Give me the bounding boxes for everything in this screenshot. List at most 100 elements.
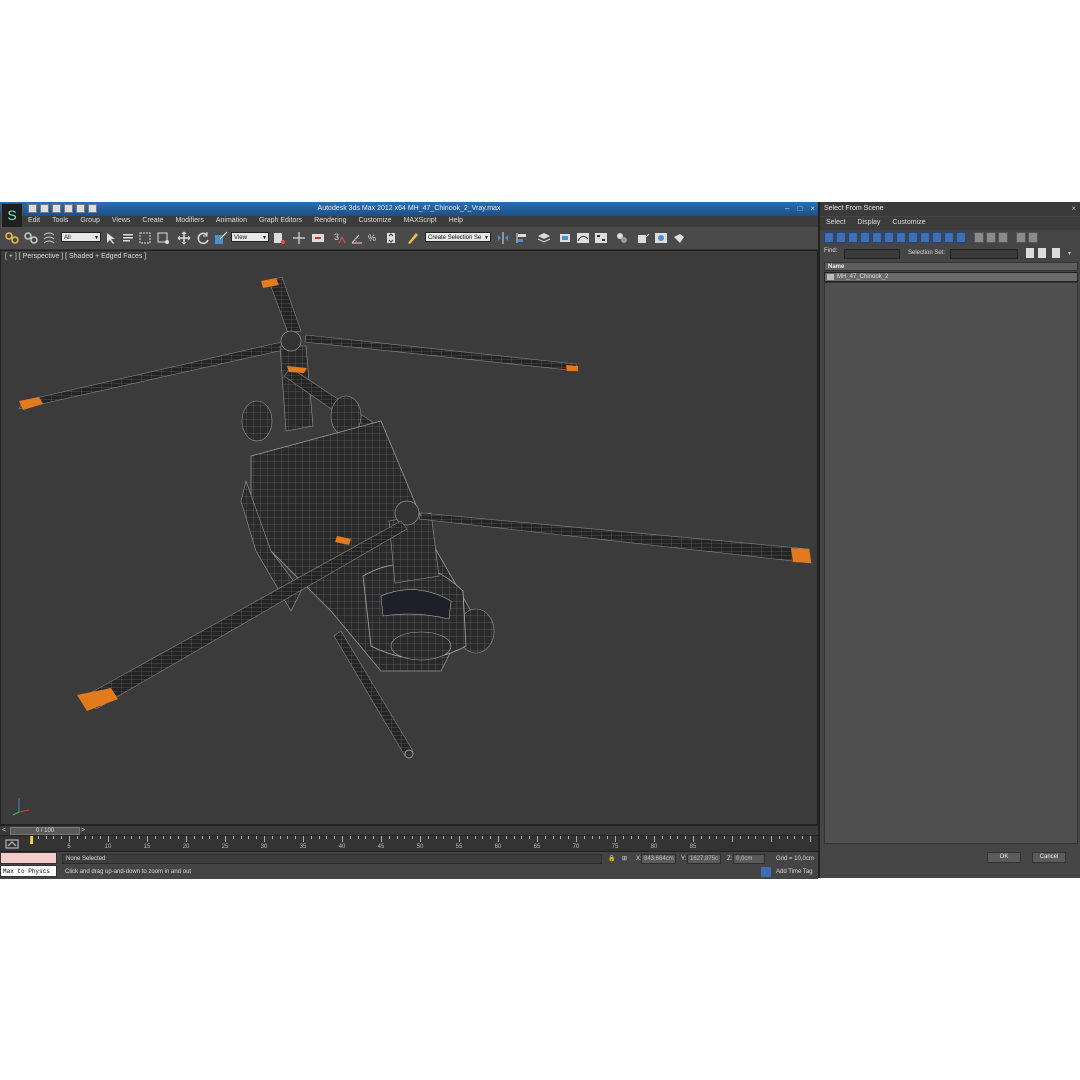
maxscript-listener-input[interactable]: Max to Physcs <box>0 865 57 877</box>
keyboard-shortcut-icon[interactable] <box>311 231 325 245</box>
graphite-tools-icon[interactable] <box>558 231 572 245</box>
select-children-icon[interactable] <box>1026 248 1034 258</box>
filter-lights-icon[interactable] <box>848 232 858 243</box>
filter-funnel-icon[interactable] <box>1016 232 1026 243</box>
pivot-center-icon[interactable] <box>272 231 286 245</box>
absolute-mode-icon[interactable]: ⊞ <box>622 854 627 864</box>
name-column-header[interactable]: Name <box>824 262 1078 271</box>
filter-bones-icon[interactable] <box>920 232 930 243</box>
app-logo-icon[interactable]: S <box>1 203 23 229</box>
spinner-snap-icon[interactable] <box>384 231 398 245</box>
filter-spacewarps-icon[interactable] <box>884 232 894 243</box>
maxscript-mini-listener[interactable] <box>0 852 57 864</box>
select-by-name-icon[interactable] <box>121 231 135 245</box>
filter-shapes-icon[interactable] <box>836 232 846 243</box>
menu-customize[interactable]: Customize <box>886 217 931 230</box>
mini-curve-editor-icon[interactable] <box>5 838 19 850</box>
menu-display[interactable]: Display <box>851 217 886 230</box>
bind-space-warp-icon[interactable] <box>42 231 56 245</box>
edit-named-selection-icon[interactable] <box>406 231 420 245</box>
menu-create[interactable]: Create <box>136 216 169 227</box>
menu-customize[interactable]: Customize <box>352 216 397 227</box>
scale-icon[interactable] <box>214 231 228 245</box>
curve-editor-icon[interactable] <box>576 231 590 245</box>
selection-set-dropdown[interactable] <box>950 249 1018 259</box>
filter-frozen-icon[interactable] <box>944 232 954 243</box>
window-crossing-icon[interactable] <box>156 231 170 245</box>
track-tick-label: 5 <box>67 844 71 850</box>
maximize-icon[interactable]: □ <box>797 204 802 213</box>
menu-rendering[interactable]: Rendering <box>308 216 352 227</box>
rotate-icon[interactable] <box>196 231 210 245</box>
track-tick <box>544 836 546 839</box>
filter-helpers-icon[interactable] <box>872 232 882 243</box>
filter-geometry-icon[interactable] <box>824 232 834 243</box>
mirror-icon[interactable] <box>496 231 510 245</box>
menu-maxscript[interactable]: MAXScript <box>398 216 443 227</box>
percent-snap-icon[interactable]: % <box>367 231 381 245</box>
move-icon[interactable] <box>177 231 191 245</box>
x-coordinate[interactable]: 843,664cm <box>641 854 676 864</box>
menu-graph-editors[interactable]: Graph Editors <box>253 216 308 227</box>
menu-views[interactable]: Views <box>106 216 137 227</box>
list-item[interactable]: MH_47_Chinook_2 <box>824 272 1078 282</box>
filter-cameras-icon[interactable] <box>860 232 870 243</box>
menu-animation[interactable]: Animation <box>210 216 253 227</box>
object-list[interactable] <box>824 282 1078 844</box>
material-editor-icon[interactable] <box>615 231 629 245</box>
find-input[interactable] <box>844 249 900 259</box>
minimize-icon[interactable]: – <box>785 204 789 213</box>
track-tick <box>388 836 390 839</box>
track-tick <box>778 836 780 839</box>
menu-tools[interactable]: Tools <box>46 216 74 227</box>
angle-snap-icon[interactable] <box>350 231 364 245</box>
toolbar-overflow-icon[interactable]: ▾ <box>1068 250 1071 257</box>
add-time-tag[interactable]: Add Time Tag <box>776 867 813 877</box>
time-next-button[interactable]: > <box>81 827 85 834</box>
select-influences-icon[interactable] <box>1052 248 1060 258</box>
time-prev-button[interactable]: < <box>2 827 6 834</box>
render-production-icon[interactable] <box>672 231 686 245</box>
lock-icon[interactable]: 🔒 <box>608 854 615 864</box>
filter-hidden-icon[interactable] <box>956 232 966 243</box>
ref-coord-dropdown[interactable]: View <box>231 232 269 243</box>
perspective-viewport[interactable]: [ + ] [ Perspective ] [ Shaded + Edged F… <box>0 250 818 825</box>
z-coordinate[interactable]: 0,0cm <box>733 854 765 864</box>
menu-modifiers[interactable]: Modifiers <box>169 216 209 227</box>
menu-select[interactable]: Select <box>820 217 851 230</box>
display-invert-icon[interactable] <box>998 232 1008 243</box>
render-setup-icon[interactable] <box>636 231 650 245</box>
snap-toggle-icon[interactable]: 3 <box>333 231 347 245</box>
ok-button[interactable]: OK <box>987 852 1021 863</box>
filter-containers-icon[interactable] <box>932 232 942 243</box>
select-manipulate-icon[interactable] <box>292 231 306 245</box>
display-none-icon[interactable] <box>986 232 996 243</box>
link-icon[interactable] <box>5 231 19 245</box>
track-tick <box>771 836 772 842</box>
schematic-view-icon[interactable] <box>594 231 608 245</box>
menu-group[interactable]: Group <box>74 216 105 227</box>
align-icon[interactable] <box>515 231 529 245</box>
time-tag-icon[interactable] <box>761 867 771 877</box>
track-bar[interactable]: 5 10 15 20 25 30 35 40 45 50 55 60 65 70 75 80 85 <box>0 835 818 852</box>
filter-groups-icon[interactable] <box>896 232 906 243</box>
filter-xrefs-icon[interactable] <box>908 232 918 243</box>
layer-manager-icon[interactable] <box>537 231 551 245</box>
cancel-button[interactable]: Cancel <box>1032 852 1066 863</box>
named-selection-dropdown[interactable]: Create Selection Se <box>425 232 491 243</box>
close-icon[interactable]: × <box>1071 204 1076 213</box>
select-object-icon[interactable] <box>104 231 118 245</box>
display-all-icon[interactable] <box>974 232 984 243</box>
menu-help[interactable]: Help <box>443 216 469 227</box>
track-tick <box>271 836 273 839</box>
close-icon[interactable]: × <box>810 204 815 213</box>
menu-edit[interactable]: Edit <box>22 216 46 227</box>
y-coordinate[interactable]: 1627,875c <box>687 854 721 864</box>
select-dependents-icon[interactable] <box>1038 248 1046 258</box>
selection-filter-dropdown[interactable]: All <box>61 232 101 243</box>
rect-selection-icon[interactable] <box>138 231 152 245</box>
time-slider-thumb[interactable]: 0 / 100 <box>10 827 80 835</box>
rendered-frame-window-icon[interactable] <box>654 231 668 245</box>
unlink-icon[interactable] <box>24 231 38 245</box>
filter-options-icon[interactable] <box>1028 232 1038 243</box>
